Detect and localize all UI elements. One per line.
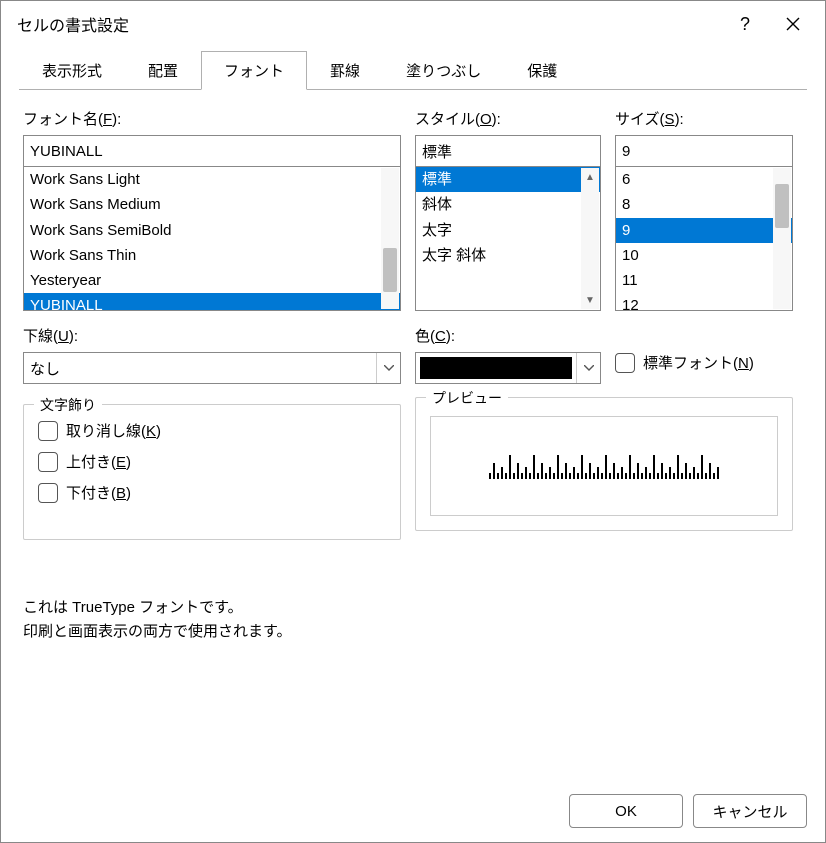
close-icon [786, 17, 800, 31]
strikethrough-checkbox[interactable]: 取り消し線(K) [38, 415, 386, 446]
preview-legend: プレビュー [426, 388, 508, 408]
underline-value: なし [30, 358, 60, 379]
underline-dropdown[interactable]: なし [23, 352, 401, 384]
size-list-scrollbar[interactable] [773, 168, 791, 309]
checkbox-box [615, 353, 635, 373]
close-button[interactable] [769, 1, 817, 47]
list-item[interactable]: 12 [616, 293, 792, 310]
effects-fieldset: 文字飾り 取り消し線(K) 上付き(E) 下付き(B) [23, 404, 401, 540]
ok-button[interactable]: OK [569, 794, 683, 828]
font-name-listbox[interactable]: Work Sans LightWork Sans MediumWork Sans… [23, 166, 401, 311]
size-listbox[interactable]: 689101112 [615, 166, 793, 311]
list-item[interactable]: Yesteryear [24, 268, 400, 293]
list-item[interactable]: 10 [616, 243, 792, 268]
color-dropdown[interactable] [415, 352, 601, 384]
scrollbar-thumb[interactable] [775, 184, 789, 228]
underline-label: 下線(U): [23, 325, 401, 346]
list-item[interactable]: 標準 [416, 167, 600, 192]
list-item[interactable]: Work Sans Medium [24, 192, 400, 217]
size-input[interactable] [615, 135, 793, 167]
tab-3[interactable]: 罫線 [307, 51, 383, 90]
scroll-down-icon[interactable]: ▼ [581, 291, 599, 309]
list-item[interactable]: 6 [616, 167, 792, 192]
normal-font-label: 標準フォント(N) [643, 352, 754, 373]
effects-legend: 文字飾り [34, 395, 102, 415]
scrollbar-thumb[interactable] [383, 248, 397, 292]
tab-4[interactable]: 塗りつぶし [383, 51, 504, 90]
scroll-up-icon[interactable]: ▲ [581, 168, 599, 186]
checkbox-box [38, 483, 58, 503]
help-button[interactable]: ? [721, 1, 769, 47]
list-item[interactable]: 8 [616, 192, 792, 217]
tab-0[interactable]: 表示形式 [19, 51, 125, 90]
format-cells-dialog: セルの書式設定 ? 表示形式配置フォント罫線塗りつぶし保護 フォント名(F): … [0, 0, 826, 843]
checkbox-box [38, 421, 58, 441]
desc-line-2: 印刷と画面表示の両方で使用されます。 [23, 620, 803, 644]
subscript-checkbox[interactable]: 下付き(B) [38, 477, 386, 508]
list-item[interactable]: YUBINALL [24, 293, 400, 310]
chevron-down-icon [376, 353, 400, 383]
style-list-scrollbar[interactable]: ▲ ▼ [581, 168, 599, 309]
size-label: サイズ(S): [615, 108, 793, 129]
font-name-input[interactable] [23, 135, 401, 167]
subscript-label: 下付き(B) [66, 482, 131, 503]
preview-fieldset: プレビュー [415, 397, 793, 531]
cancel-button[interactable]: キャンセル [693, 794, 807, 828]
color-swatch [420, 357, 572, 379]
list-item[interactable]: Work Sans Thin [24, 243, 400, 268]
list-item[interactable]: 斜体 [416, 192, 600, 217]
tab-5[interactable]: 保護 [504, 51, 580, 90]
tab-1[interactable]: 配置 [125, 51, 201, 90]
list-item[interactable]: 太字 斜体 [416, 243, 600, 268]
tab-strip: 表示形式配置フォント罫線塗りつぶし保護 [1, 47, 825, 90]
style-input[interactable] [415, 135, 601, 167]
list-item[interactable]: 太字 [416, 218, 600, 243]
style-label: スタイル(O): [415, 108, 601, 129]
superscript-checkbox[interactable]: 上付き(E) [38, 446, 386, 477]
desc-line-1: これは TrueType フォントです。 [23, 596, 803, 620]
checkbox-box [38, 452, 58, 472]
dialog-title: セルの書式設定 [17, 12, 721, 36]
font-description: これは TrueType フォントです。 印刷と画面表示の両方で使用されます。 [23, 596, 803, 644]
style-listbox[interactable]: 標準斜体太字太字 斜体 ▲ ▼ [415, 166, 601, 311]
preview-sample [489, 453, 719, 479]
dialog-footer: OK キャンセル [569, 794, 807, 828]
font-name-label: フォント名(F): [23, 108, 401, 129]
list-item[interactable]: Work Sans Light [24, 167, 400, 192]
superscript-label: 上付き(E) [66, 451, 131, 472]
titlebar: セルの書式設定 ? [1, 1, 825, 47]
preview-box [430, 416, 778, 516]
color-label: 色(C): [415, 325, 601, 346]
tab-2[interactable]: フォント [201, 51, 307, 90]
strikethrough-label: 取り消し線(K) [66, 420, 161, 441]
tab-content-font: フォント名(F): Work Sans LightWork Sans Mediu… [1, 90, 825, 644]
list-item[interactable]: 11 [616, 268, 792, 293]
normal-font-checkbox[interactable]: 標準フォント(N) [615, 348, 793, 378]
chevron-down-icon [576, 353, 600, 383]
font-list-scrollbar[interactable] [381, 168, 399, 309]
list-item[interactable]: 9 [616, 218, 792, 243]
list-item[interactable]: Work Sans SemiBold [24, 218, 400, 243]
